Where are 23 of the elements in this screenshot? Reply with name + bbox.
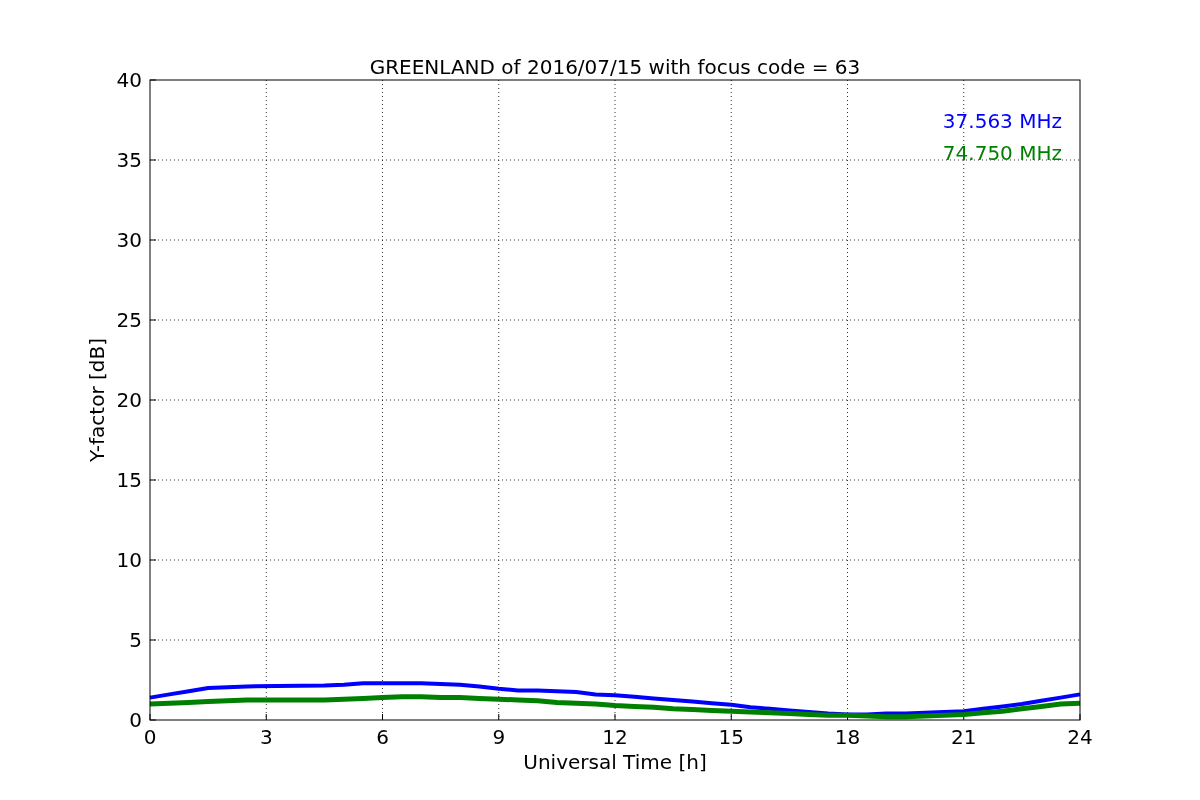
x-tick-label: 24: [1067, 725, 1093, 749]
x-tick-label: 18: [834, 725, 861, 749]
x-tick-label: 3: [259, 725, 273, 749]
x-tick-label: 15: [718, 725, 744, 749]
y-axis-label: Y-factor [dB]: [85, 338, 109, 462]
y-tick-label: 25: [116, 308, 142, 332]
y-tick-label: 30: [116, 228, 142, 252]
x-tick-label: 0: [143, 725, 157, 749]
y-tick-label: 40: [116, 68, 142, 92]
x-tick-label: 21: [951, 725, 977, 749]
x-tick-label: 6: [376, 725, 389, 749]
y-tick-label: 35: [116, 148, 142, 172]
x-tick-label: 9: [492, 725, 506, 749]
y-tick-label: 20: [116, 388, 142, 412]
x-axis-label: Universal Time [h]: [523, 750, 707, 774]
legend-label: 37.563 MHz: [942, 109, 1062, 133]
y-tick-label: 0: [129, 708, 142, 732]
y-tick-label: 5: [129, 628, 142, 652]
legend-label: 74.750 MHz: [942, 141, 1062, 165]
chart-title: GREENLAND of 2016/07/15 with focus code = 63: [369, 55, 861, 79]
y-tick-label: 10: [116, 548, 142, 572]
x-tick-label: 12: [602, 725, 628, 749]
y-tick-label: 15: [116, 468, 142, 492]
